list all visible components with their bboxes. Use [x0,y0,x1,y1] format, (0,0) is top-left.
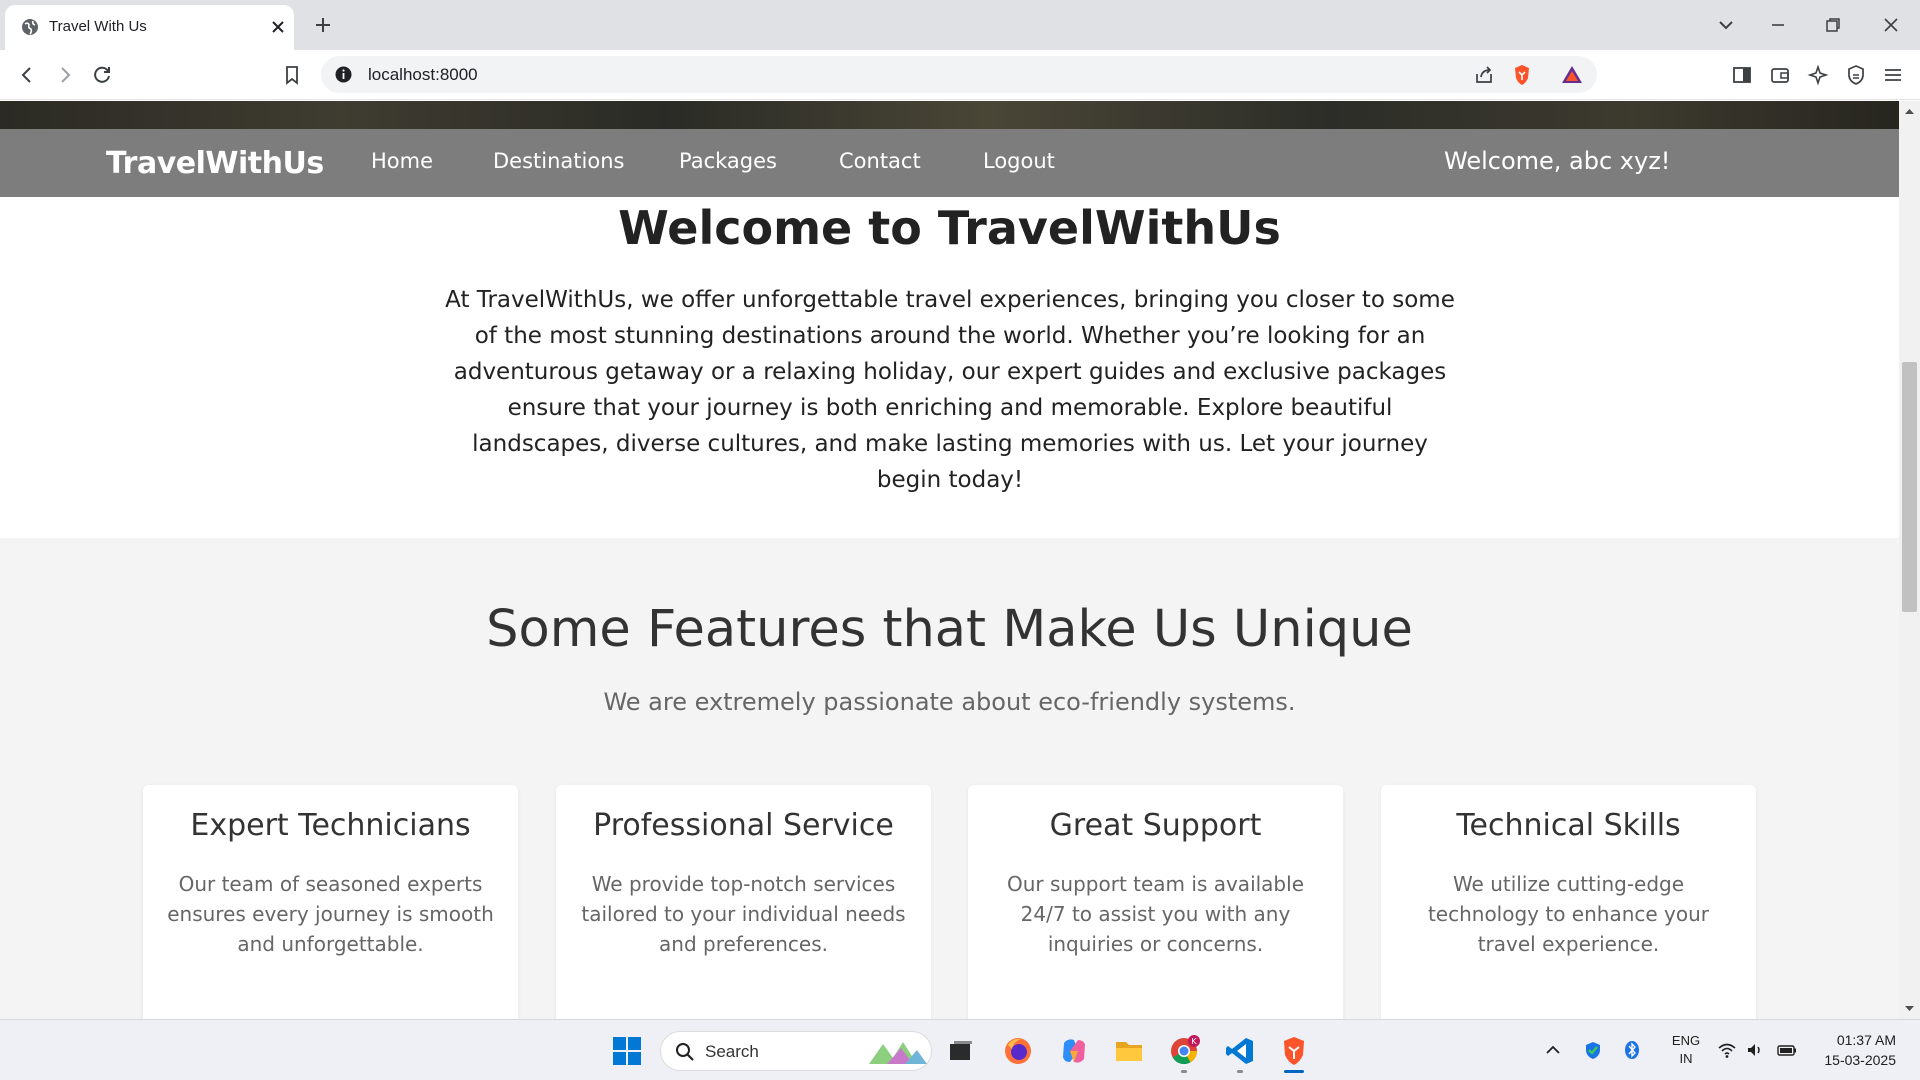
bluetooth-icon[interactable] [1622,1040,1642,1060]
vscode-running-indicator [1237,1070,1243,1073]
feature-card-professional-service: Professional Service We provide top-notc… [556,785,931,1019]
feature-card-description: We provide top-notch services tailored t… [581,872,906,956]
language-indicator[interactable]: ENG IN [1666,1032,1706,1068]
windows-security-icon[interactable] [1583,1040,1603,1060]
vscode-icon[interactable] [1224,1035,1256,1067]
globe-icon [20,17,40,37]
wallet-icon[interactable] [1768,63,1792,87]
nav-link-contact[interactable]: Contact [839,149,921,173]
windows-start-icon[interactable] [611,1035,643,1067]
clock-date: 15-03-2025 [1824,1052,1896,1068]
search-icon [675,1042,695,1062]
volume-icon[interactable] [1745,1040,1765,1060]
url-text[interactable]: localhost:8000 [368,65,478,85]
new-tab-button[interactable] [311,13,335,37]
feature-card-title: Professional Service [593,808,894,843]
intro-title: Welcome to TravelWithUs [618,201,1281,255]
brand-logo[interactable]: TravelWithUs [106,146,324,181]
browser-tab-strip: Travel With Us [0,0,1920,50]
feature-card-title: Great Support [1049,808,1262,843]
browser-tab[interactable]: Travel With Us [5,5,294,50]
task-view-icon[interactable] [945,1035,977,1067]
intro-text: At TravelWithUs, we offer unforgettable … [445,287,1455,493]
taskbar-search-box[interactable]: Search [660,1031,932,1071]
features-subtitle: We are extremely passionate about eco-fr… [603,688,1296,716]
language-region: IN [1679,1051,1693,1066]
windows-taskbar: Search K ENG IN 01:37 AM 15-03-2025 [0,1019,1920,1080]
chevron-up-icon[interactable] [1543,1040,1563,1060]
welcome-user-text: Welcome, abc xyz! [1444,147,1671,175]
search-highlight-mountains-icon [867,1038,929,1066]
close-window-icon[interactable] [1879,13,1903,37]
tab-title: Travel With Us [49,18,147,35]
bookmark-icon[interactable] [280,63,304,87]
address-bar[interactable]: localhost:8000 [321,56,1597,93]
chrome-profile-badge: K [1191,1037,1197,1046]
close-icon[interactable] [269,18,287,36]
feature-card-description: We utilize cutting-edge technology to en… [1427,872,1710,956]
features-title: Some Features that Make Us Unique [486,600,1413,659]
nav-link-destinations[interactable]: Destinations [493,149,624,173]
minimize-icon[interactable] [1766,13,1790,37]
hero-image-strip [0,101,1899,129]
browser-toolbar: localhost:8000 [0,50,1920,100]
nav-link-logout[interactable]: Logout [983,149,1055,173]
feature-card-great-support: Great Support Our support team is availa… [968,785,1343,1019]
brave-active-indicator [1284,1070,1304,1073]
back-arrow-icon[interactable] [15,63,39,87]
wifi-icon[interactable] [1717,1040,1737,1060]
nav-link-packages[interactable]: Packages [679,149,777,173]
brave-shields-icon[interactable] [1510,63,1534,87]
tab-search-chevron-icon[interactable] [1714,13,1738,37]
web-page: TravelWithUs Home Destinations Packages … [0,101,1899,1019]
site-navbar: TravelWithUs Home Destinations Packages … [0,129,1899,197]
restore-icon[interactable] [1821,13,1845,37]
brave-rewards-icon[interactable] [1560,63,1584,87]
scroll-down-arrow-icon[interactable] [1904,1003,1915,1014]
page-scrollbar[interactable] [1899,101,1920,1019]
vpn-shield-icon[interactable] [1844,63,1868,87]
firefox-icon[interactable] [1002,1035,1034,1067]
feature-card-title: Expert Technicians [190,808,471,843]
chrome-icon[interactable]: K [1168,1035,1200,1067]
scrollbar-thumb[interactable] [1902,362,1917,612]
scroll-up-arrow-icon[interactable] [1904,106,1915,117]
feature-card-description: Our team of seasoned experts ensures eve… [167,872,494,956]
battery-icon[interactable] [1777,1040,1797,1060]
clock-time: 01:37 AM [1836,1032,1896,1048]
feature-card-title: Technical Skills [1456,808,1681,843]
features-section: Some Features that Make Us Unique We are… [0,538,1899,1019]
site-info-icon[interactable] [334,65,353,84]
feature-card-technical-skills: Technical Skills We utilize cutting-edge… [1381,785,1756,1019]
leo-ai-icon[interactable] [1806,63,1830,87]
nav-link-home[interactable]: Home [371,149,433,173]
language-code: ENG [1671,1033,1701,1048]
file-explorer-icon[interactable] [1113,1035,1145,1067]
system-clock[interactable]: 01:37 AM 15-03-2025 [1806,1030,1896,1070]
copilot-icon[interactable] [1058,1035,1090,1067]
feature-card-description: Our support team is available 24/7 to as… [1007,872,1304,956]
forward-arrow-icon[interactable] [53,63,77,87]
sidebar-icon[interactable] [1730,63,1754,87]
search-label: Search [705,1042,759,1061]
brave-browser-icon[interactable] [1278,1035,1310,1067]
feature-card-expert-technicians: Expert Technicians Our team of seasoned … [143,785,518,1019]
share-icon[interactable] [1472,63,1496,87]
reload-icon[interactable] [90,63,114,87]
menu-icon[interactable] [1881,63,1905,87]
chrome-running-indicator [1181,1070,1187,1073]
